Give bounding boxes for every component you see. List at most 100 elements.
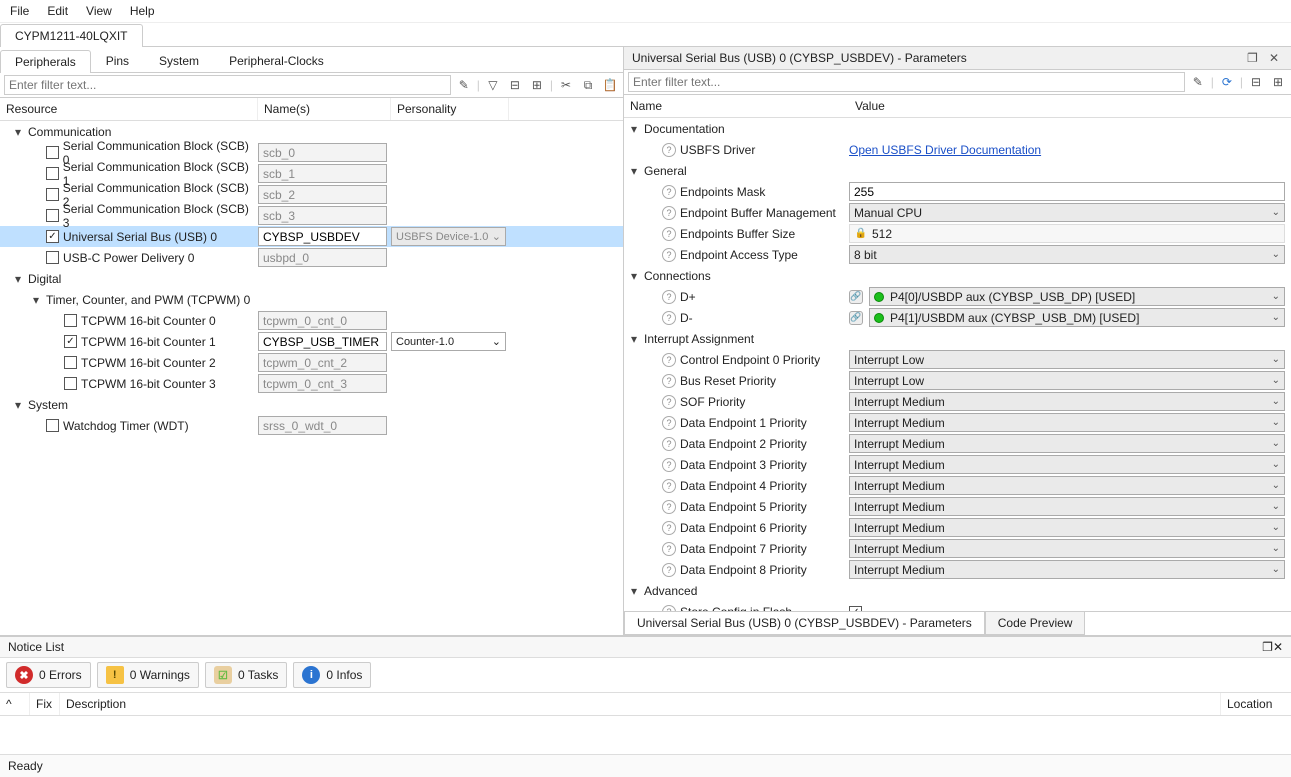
- param-dropdown[interactable]: Interrupt Low⌄: [849, 350, 1285, 369]
- notice-filter-button[interactable]: ☑0 Tasks: [205, 662, 287, 688]
- refresh-icon[interactable]: ⟳: [1218, 73, 1236, 91]
- expand-arrow-icon[interactable]: ▾: [628, 584, 640, 598]
- header-param-value[interactable]: Value: [849, 95, 1291, 117]
- help-icon[interactable]: ?: [662, 248, 676, 262]
- help-icon[interactable]: ?: [662, 542, 676, 556]
- header-param-name[interactable]: Name: [624, 95, 849, 117]
- collapse-all-icon[interactable]: ⊟: [506, 76, 524, 94]
- expand-arrow-icon[interactable]: ▾: [30, 293, 42, 307]
- menu-file[interactable]: File: [10, 4, 29, 18]
- help-icon[interactable]: ?: [662, 185, 676, 199]
- help-icon[interactable]: ?: [662, 479, 676, 493]
- paste-icon[interactable]: 📋: [601, 76, 619, 94]
- right-filter-input[interactable]: [628, 72, 1185, 92]
- param-group[interactable]: ▾Advanced: [624, 580, 1291, 601]
- tab-pins[interactable]: Pins: [91, 49, 144, 72]
- tree-item[interactable]: TCPWM 16-bit Counter 1Counter-1.0⌄: [0, 331, 623, 352]
- name-input[interactable]: [258, 248, 387, 267]
- enable-checkbox[interactable]: [46, 419, 59, 432]
- col-fix[interactable]: Fix: [30, 693, 60, 715]
- param-group[interactable]: ▾Connections: [624, 265, 1291, 286]
- enable-checkbox[interactable]: [46, 209, 59, 222]
- name-input[interactable]: [258, 227, 387, 246]
- help-icon[interactable]: ?: [662, 227, 676, 241]
- notice-filter-button[interactable]: !0 Warnings: [97, 662, 199, 688]
- param-text-input[interactable]: [849, 182, 1285, 201]
- expand-arrow-icon[interactable]: ▾: [12, 398, 24, 412]
- personality-select[interactable]: USBFS Device-1.0⌄: [391, 227, 506, 246]
- expand-arrow-icon[interactable]: ▾: [12, 272, 24, 286]
- tree-item[interactable]: TCPWM 16-bit Counter 0: [0, 310, 623, 331]
- help-icon[interactable]: ?: [662, 416, 676, 430]
- help-icon[interactable]: ?: [662, 395, 676, 409]
- name-input[interactable]: [258, 311, 387, 330]
- help-icon[interactable]: ?: [662, 458, 676, 472]
- param-dropdown[interactable]: Interrupt Medium⌄: [849, 392, 1285, 411]
- help-icon[interactable]: ?: [662, 500, 676, 514]
- name-input[interactable]: [258, 185, 387, 204]
- help-icon[interactable]: ?: [662, 290, 676, 304]
- col-description[interactable]: Description: [60, 693, 1221, 715]
- name-input[interactable]: [258, 374, 387, 393]
- menu-view[interactable]: View: [86, 4, 112, 18]
- param-dropdown[interactable]: Interrupt Medium⌄: [849, 497, 1285, 516]
- tab-peripherals[interactable]: Peripherals: [0, 50, 91, 73]
- param-dropdown[interactable]: 8 bit⌄: [849, 245, 1285, 264]
- enable-checkbox[interactable]: [64, 335, 77, 348]
- tree-item[interactable]: Serial Communication Block (SCB) 3: [0, 205, 623, 226]
- help-icon[interactable]: ?: [662, 563, 676, 577]
- name-input[interactable]: [258, 143, 387, 162]
- tree-item[interactable]: TCPWM 16-bit Counter 2: [0, 352, 623, 373]
- filter-icon[interactable]: ▽: [484, 76, 502, 94]
- header-personality[interactable]: Personality: [391, 98, 509, 120]
- param-dropdown[interactable]: Interrupt Medium⌄: [849, 455, 1285, 474]
- link-icon[interactable]: 🔗: [849, 311, 863, 325]
- expand-all-icon[interactable]: ⊞: [1269, 73, 1287, 91]
- enable-checkbox[interactable]: [64, 377, 77, 390]
- name-input[interactable]: [258, 332, 387, 351]
- help-icon[interactable]: ?: [662, 353, 676, 367]
- bottom-tab[interactable]: Universal Serial Bus (USB) 0 (CYBSP_USBD…: [624, 612, 985, 635]
- name-input[interactable]: [258, 164, 387, 183]
- tree-item[interactable]: Universal Serial Bus (USB) 0USBFS Device…: [0, 226, 623, 247]
- clear-filter-icon[interactable]: ✎: [1189, 73, 1207, 91]
- notice-filter-button[interactable]: ✖0 Errors: [6, 662, 91, 688]
- tree-group[interactable]: ▾Timer, Counter, and PWM (TCPWM) 0: [0, 289, 623, 310]
- help-icon[interactable]: ?: [662, 143, 676, 157]
- col-fix-arrow[interactable]: ^: [0, 693, 30, 715]
- expand-arrow-icon[interactable]: ▾: [628, 269, 640, 283]
- enable-checkbox[interactable]: [64, 314, 77, 327]
- param-dropdown[interactable]: Manual CPU⌄: [849, 203, 1285, 222]
- enable-checkbox[interactable]: [46, 146, 59, 159]
- param-group[interactable]: ▾Interrupt Assignment: [624, 328, 1291, 349]
- doc-link[interactable]: Open USBFS Driver Documentation: [849, 143, 1041, 157]
- connection-dropdown[interactable]: P4[0]/USBDP aux (CYBSP_USB_DP) [USED]⌄: [869, 287, 1285, 306]
- close-icon[interactable]: ✕: [1269, 51, 1283, 65]
- expand-arrow-icon[interactable]: ▾: [12, 125, 24, 139]
- help-icon[interactable]: ?: [662, 206, 676, 220]
- tree-group[interactable]: ▾Digital: [0, 268, 623, 289]
- notice-filter-button[interactable]: i0 Infos: [293, 662, 371, 688]
- connection-dropdown[interactable]: P4[1]/USBDM aux (CYBSP_USB_DM) [USED]⌄: [869, 308, 1285, 327]
- expand-arrow-icon[interactable]: ▾: [628, 122, 640, 136]
- expand-arrow-icon[interactable]: ▾: [628, 332, 640, 346]
- param-dropdown[interactable]: Interrupt Medium⌄: [849, 518, 1285, 537]
- clear-filter-icon[interactable]: ✎: [455, 76, 473, 94]
- header-resource[interactable]: Resource: [0, 98, 258, 120]
- param-group[interactable]: ▾General: [624, 160, 1291, 181]
- help-icon[interactable]: ?: [662, 437, 676, 451]
- enable-checkbox[interactable]: [64, 356, 77, 369]
- collapse-all-icon[interactable]: ⊟: [1247, 73, 1265, 91]
- cut-icon[interactable]: ✂: [557, 76, 575, 94]
- name-input[interactable]: [258, 206, 387, 225]
- enable-checkbox[interactable]: [46, 188, 59, 201]
- help-icon[interactable]: ?: [662, 521, 676, 535]
- bottom-tab[interactable]: Code Preview: [985, 612, 1086, 635]
- tree-group[interactable]: ▾System: [0, 394, 623, 415]
- copy-icon[interactable]: ⧉: [579, 76, 597, 94]
- help-icon[interactable]: ?: [662, 311, 676, 325]
- close-icon[interactable]: ✕: [1273, 640, 1283, 654]
- col-location[interactable]: Location: [1221, 693, 1291, 715]
- restore-icon[interactable]: ❐: [1247, 51, 1261, 65]
- expand-arrow-icon[interactable]: ▾: [628, 164, 640, 178]
